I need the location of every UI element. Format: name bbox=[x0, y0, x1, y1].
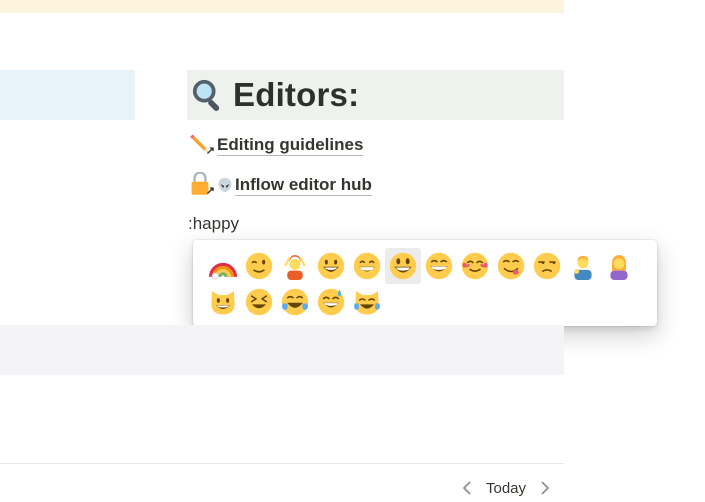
chevron-right-icon[interactable] bbox=[536, 478, 554, 498]
squinting-face-icon[interactable] bbox=[241, 284, 277, 320]
alien-icon bbox=[218, 177, 232, 193]
grinning-squinting-eyes-icon[interactable] bbox=[421, 248, 457, 284]
man-tipping-hand-icon[interactable] bbox=[565, 248, 601, 284]
editors-header: Editors: bbox=[187, 70, 564, 120]
grinning-big-eyes-icon[interactable] bbox=[385, 248, 421, 284]
person-gesturing-ok-icon[interactable] bbox=[277, 248, 313, 284]
magnifying-glass-icon bbox=[192, 79, 220, 111]
grinning-sweat-icon[interactable] bbox=[313, 284, 349, 320]
link-inflow-editor-hub[interactable]: ↗ Inflow editor hub bbox=[189, 172, 372, 198]
emoji-query-text[interactable]: :happy bbox=[188, 214, 239, 234]
unamused-face-icon[interactable] bbox=[529, 248, 565, 284]
chevron-left-icon[interactable] bbox=[458, 478, 476, 498]
today-button[interactable]: Today bbox=[486, 480, 526, 497]
link-label: Editing guidelines bbox=[217, 134, 364, 156]
rainbow-icon[interactable] bbox=[205, 248, 241, 284]
woman-pouting-icon[interactable] bbox=[601, 248, 637, 284]
link-label: Inflow editor hub bbox=[235, 174, 372, 196]
cat-tears-of-joy-icon[interactable] bbox=[349, 284, 385, 320]
emoji-picker bbox=[193, 240, 657, 326]
editors-title: Editors: bbox=[233, 76, 360, 113]
face-tears-of-joy-icon[interactable] bbox=[277, 284, 313, 320]
winking-face-icon[interactable] bbox=[241, 248, 277, 284]
pencil-icon: ↗ bbox=[189, 132, 217, 158]
face-savoring-food-icon[interactable] bbox=[493, 248, 529, 284]
divider bbox=[0, 463, 564, 464]
grinning-face-icon[interactable] bbox=[313, 248, 349, 284]
left-callout-block[interactable] bbox=[0, 70, 135, 120]
link-editing-guidelines[interactable]: ↗ Editing guidelines bbox=[189, 132, 364, 158]
grinning-cat-icon[interactable] bbox=[205, 284, 241, 320]
top-banner bbox=[0, 0, 564, 13]
date-navigation: Today bbox=[458, 478, 554, 498]
smiling-hearts-icon[interactable] bbox=[457, 248, 493, 284]
gray-block[interactable] bbox=[0, 325, 564, 375]
beaming-face-icon[interactable] bbox=[349, 248, 385, 284]
lock-icon: ↗ bbox=[189, 172, 217, 198]
